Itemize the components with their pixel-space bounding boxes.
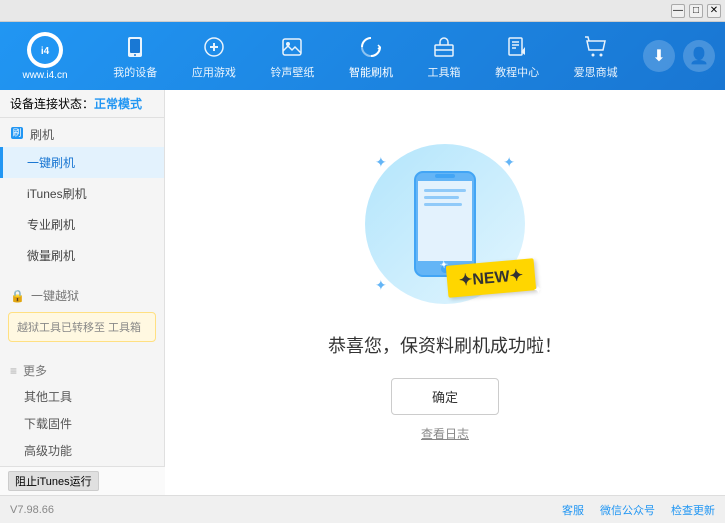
flash-section-icon: 刷 <box>10 126 24 143</box>
itunes-bar: 阻止iTunes运行 <box>0 466 165 495</box>
itunes-btn-label: 阻止iTunes运行 <box>15 476 92 488</box>
one-key-flash-label: 一键刷机 <box>27 156 75 170</box>
itunes-flash-label: iTunes刷机 <box>27 187 87 201</box>
logo-inner: i4 <box>31 36 59 64</box>
nav-tutorial[interactable]: 教程中心 <box>487 29 547 84</box>
logo-area: i4 www.i4.cn <box>10 32 80 81</box>
wallpaper-icon <box>278 33 306 61</box>
nav-tutorial-label: 教程中心 <box>495 64 539 80</box>
header-right: ⬇ 👤 <box>643 40 715 72</box>
svg-text:i4: i4 <box>41 46 50 57</box>
sidebar-item-one-key-flash[interactable]: 一键刷机 <box>0 147 164 178</box>
apps-games-icon <box>200 33 228 61</box>
sidebar-item-pro-flash[interactable]: 专业刷机 <box>0 209 164 240</box>
sidebar-item-itunes-flash[interactable]: iTunes刷机 <box>0 178 164 209</box>
footer-customer-service[interactable]: 客服 <box>562 502 584 518</box>
jailbreak-label: 一键越狱 <box>31 287 79 304</box>
status-bar: 设备连接状态：正常模式 <box>0 90 165 118</box>
nav-store-label: 爱思商城 <box>574 64 618 80</box>
maximize-button[interactable]: □ <box>689 4 703 18</box>
title-bar: — □ ✕ <box>0 0 725 22</box>
status-prefix: 设备连接状态： <box>10 97 94 111</box>
sparkle-tl: ✦ <box>375 154 387 171</box>
secondary-link[interactable]: 查看日志 <box>421 425 469 442</box>
svg-text:刷: 刷 <box>12 128 21 138</box>
main-content: ✦ ✦ ✦ <box>165 90 725 495</box>
other-tools-label: 其他工具 <box>24 390 72 404</box>
footer-wechat[interactable]: 微信公众号 <box>600 502 655 518</box>
footer: V7.98.66 客服 微信公众号 检查更新 <box>0 495 725 523</box>
header: i4 www.i4.cn 我的设备 应用游戏 铃声壁纸 <box>0 22 725 90</box>
store-icon <box>582 33 610 61</box>
close-button[interactable]: ✕ <box>707 4 721 18</box>
sidebar-item-wipe-flash[interactable]: 微量刷机 <box>0 240 164 271</box>
footer-left: V7.98.66 <box>10 504 54 516</box>
itunes-toggle-button[interactable]: 阻止iTunes运行 <box>8 471 99 491</box>
nav-items: 我的设备 应用游戏 铃声壁纸 智能刷机 工具箱 <box>96 29 635 84</box>
footer-right: 客服 微信公众号 检查更新 <box>562 502 715 518</box>
notice-text: 越狱工具已转移至 工具箱 <box>17 322 141 334</box>
sidebar: 刷 刷机 一键刷机 iTunes刷机 专业刷机 微量刷机 <box>0 118 165 466</box>
success-text: 恭喜您，保资料刷机成功啦！ <box>328 332 562 358</box>
confirm-button[interactable]: 确定 <box>391 378 499 415</box>
tutorial-icon <box>503 33 531 61</box>
pro-flash-label: 专业刷机 <box>27 218 75 232</box>
sidebar-wrapper: 设备连接状态：正常模式 刷 刷机 一键刷机 iTunes刷机 专业刷机 <box>0 90 165 495</box>
more-icon: ≡ <box>10 364 17 378</box>
footer-version: V7.98.66 <box>10 504 54 516</box>
nav-store[interactable]: 爱思商城 <box>566 29 626 84</box>
sidebar-item-advanced[interactable]: 高级功能 <box>0 437 164 464</box>
nav-my-device[interactable]: 我的设备 <box>105 29 165 84</box>
footer-check-update[interactable]: 检查更新 <box>671 502 715 518</box>
sidebar-jailbreak-section: 🔒 一键越狱 <box>0 279 164 308</box>
sidebar-flash-section: 刷 刷机 <box>0 118 164 147</box>
advanced-label: 高级功能 <box>24 444 72 458</box>
my-device-icon <box>121 33 149 61</box>
nav-wallpaper-label: 铃声壁纸 <box>270 64 314 80</box>
nav-my-device-label: 我的设备 <box>113 64 157 80</box>
nav-smart-flash[interactable]: 智能刷机 <box>341 29 401 84</box>
more-label: 更多 <box>23 362 47 379</box>
sparkle-bl: ✦ <box>375 277 387 294</box>
user-button[interactable]: 👤 <box>683 40 715 72</box>
jailbreak-icon: 🔒 <box>10 289 25 303</box>
toolbox-icon <box>430 33 458 61</box>
nav-apps-games[interactable]: 应用游戏 <box>184 29 244 84</box>
sidebar-more-section: ≡ 更多 <box>0 354 164 383</box>
sidebar-item-download-firmware[interactable]: 下载固件 <box>0 410 164 437</box>
wipe-flash-label: 微量刷机 <box>27 249 75 263</box>
nav-apps-label: 应用游戏 <box>192 64 236 80</box>
illustration: ✦ ✦ ✦ <box>365 144 525 312</box>
minimize-button[interactable]: — <box>671 4 685 18</box>
sidebar-item-other-tools[interactable]: 其他工具 <box>0 383 164 410</box>
download-button[interactable]: ⬇ <box>643 40 675 72</box>
smart-flash-icon <box>357 33 385 61</box>
sparkle-tr: ✦ <box>503 154 515 171</box>
nav-smart-flash-label: 智能刷机 <box>349 64 393 80</box>
new-badge: ✦NEW✦ <box>446 258 537 298</box>
nav-wallpaper[interactable]: 铃声壁纸 <box>262 29 322 84</box>
status-mode: 正常模式 <box>94 97 142 111</box>
nav-toolbox[interactable]: 工具箱 <box>420 29 469 84</box>
flash-section-label: 刷机 <box>30 126 54 143</box>
logo-circle: i4 <box>27 32 63 68</box>
jailbreak-notice: 越狱工具已转移至 工具箱 <box>8 312 156 342</box>
nav-toolbox-label: 工具箱 <box>428 64 461 80</box>
phone-circle: ✦ ✦ ✦ <box>365 144 525 304</box>
download-firmware-label: 下载固件 <box>24 417 72 431</box>
logo-text: www.i4.cn <box>22 70 67 81</box>
